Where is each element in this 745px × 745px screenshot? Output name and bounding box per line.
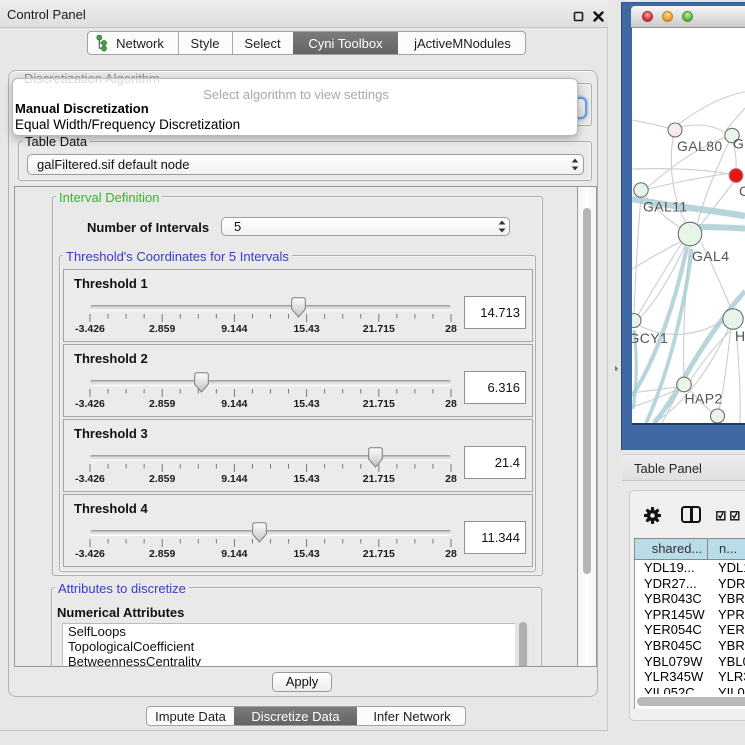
svg-text:C: C	[739, 183, 745, 199]
svg-text:GAL11: GAL11	[643, 199, 688, 215]
svg-text:HAP2: HAP2	[685, 391, 723, 407]
svg-text:GAL4: GAL4	[692, 248, 729, 264]
svg-text:G.: G.	[733, 136, 745, 152]
svg-text:H: H	[735, 328, 745, 344]
svg-text:GAL80: GAL80	[677, 138, 723, 154]
svg-text:GCY1: GCY1	[632, 330, 668, 346]
